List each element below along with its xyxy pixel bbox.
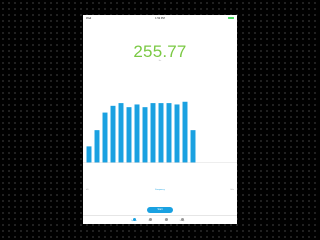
spectrum-bar	[126, 107, 132, 163]
spectrum-bar	[102, 112, 108, 163]
tab-spectrum[interactable]: Spectrum	[131, 218, 137, 223]
spectrum-bar-chart	[83, 101, 237, 163]
spectrum-bar	[150, 103, 156, 163]
status-bar: iPad 1:52 PM	[83, 15, 237, 21]
start-button[interactable]: Start	[147, 207, 173, 213]
spectrum-bar	[142, 107, 148, 163]
spectrum-bar	[134, 104, 140, 163]
reading-unit: Hz	[158, 60, 162, 62]
tab-bar: Spectrum Meter Tone Settings	[83, 215, 237, 224]
lower-right-label: kHz	[230, 189, 234, 191]
tab-meter[interactable]: Meter	[147, 218, 153, 223]
spectrum-bar	[166, 103, 172, 163]
spectrum-bar	[86, 146, 92, 163]
tab-tone[interactable]: Tone	[163, 218, 169, 223]
spectrum-bar	[182, 101, 188, 163]
spectrum-bar	[110, 105, 116, 163]
spectrum-bar	[94, 130, 100, 163]
spectrum-bar	[190, 130, 196, 163]
tab-label: Meter	[148, 221, 152, 222]
battery-icon	[228, 16, 234, 19]
tablet-screen: iPad 1:52 PM 255.77 Hz dB Frequency kHz …	[83, 15, 237, 224]
clock-label: 1:52 PM	[155, 16, 165, 20]
reading-value: 255.77	[133, 42, 187, 61]
spectrum-bar	[158, 103, 164, 163]
tab-label: Settings	[179, 221, 185, 222]
lower-mid-label: Frequency	[155, 189, 165, 191]
tab-label: Spectrum	[131, 221, 137, 222]
tab-label: Tone	[164, 221, 168, 222]
spectrum-bar	[174, 104, 180, 163]
spectrum-bar	[118, 103, 124, 163]
tab-settings[interactable]: Settings	[179, 218, 185, 223]
